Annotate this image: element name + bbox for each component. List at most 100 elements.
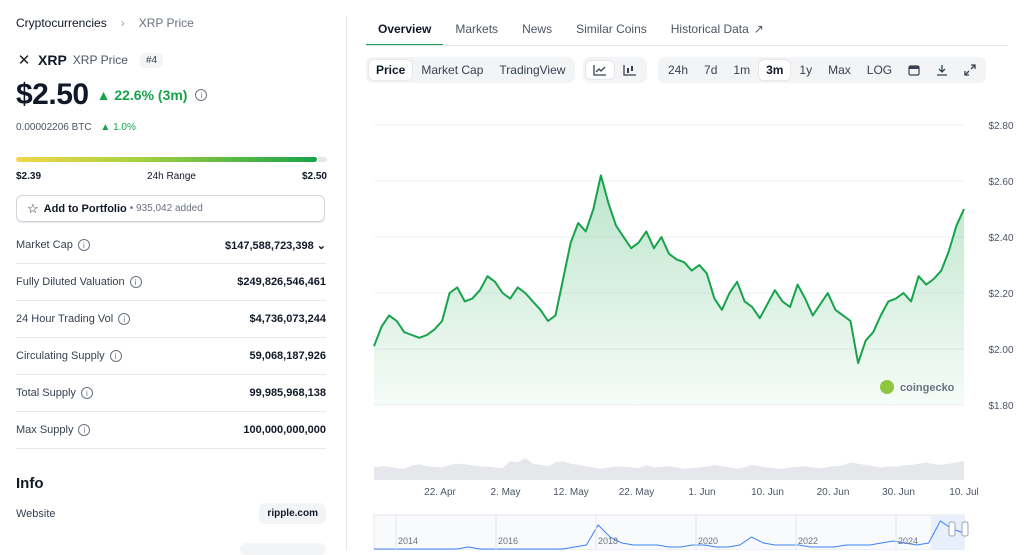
star-icon: ☆: [27, 200, 39, 216]
tab-similar-coins[interactable]: Similar Coins: [564, 16, 659, 46]
info-icon[interactable]: i: [109, 350, 122, 362]
y-tick-label: $2.40: [988, 233, 1013, 244]
range-low: $2.39: [16, 171, 42, 182]
tab-news[interactable]: News: [510, 16, 564, 46]
stat-volume: 24 Hour Trading Vol i $4,736,073,244: [16, 301, 326, 338]
tab-overview[interactable]: Overview: [366, 16, 444, 46]
info-icon[interactable]: i: [80, 387, 93, 399]
range-high: $2.50: [301, 171, 327, 182]
btc-price: 0.00002206 BTC: [16, 122, 92, 133]
website-link[interactable]: ripple.com: [259, 503, 326, 524]
market-cap-value: $147,588,723,398: [225, 239, 314, 252]
stat-value: $4,736,073,244: [249, 313, 326, 325]
navigator: [373, 514, 965, 551]
tabs-divider: [366, 45, 1008, 46]
stat-label: Fully Diluted Valuation: [16, 276, 125, 288]
price-change-value: 22.6% (3m): [114, 87, 188, 103]
tradingview-toggle[interactable]: TradingView: [492, 60, 572, 80]
navigator-label: 2016: [498, 536, 518, 546]
navigator-handle-left: [948, 521, 956, 537]
watermark: coingecko: [900, 382, 955, 394]
price-chart[interactable]: $2.80 $2.60 $2.40 $2.20 $2.00 $1.80 coingecko 2…: [366, 100, 1024, 551]
price-toggle[interactable]: Price: [369, 60, 413, 80]
stat-label: Circulating Supply: [16, 350, 105, 362]
link-pill[interactable]: [240, 543, 326, 555]
add-to-portfolio-button[interactable]: ☆ Add to Portfolio • 935,042 added: [16, 195, 325, 222]
navigator-handle-right: [961, 521, 969, 537]
info-icon[interactable]: i: [78, 424, 91, 436]
volume-area: [374, 458, 964, 480]
range-max[interactable]: Max: [821, 60, 858, 80]
x-tick-label: 20. Jun: [817, 487, 850, 498]
calendar-icon[interactable]: [901, 61, 927, 79]
btc-change: ▲ 1.0%: [100, 122, 136, 133]
panel-divider: [346, 16, 347, 550]
breadcrumb: Cryptocurrencies › XRP Price: [16, 16, 194, 30]
stat-circulating: Circulating Supply i 59,068,187,926: [16, 338, 326, 375]
breadcrumb-root[interactable]: Cryptocurrencies: [16, 16, 107, 30]
range-1m[interactable]: 1m: [726, 60, 757, 80]
portfolio-count: • 935,042 added: [129, 203, 203, 214]
tab-historical-data[interactable]: Historical Data ↗: [659, 16, 776, 46]
stats-list: Market Cap i $147,588,723,398 ⌄ Fully Dil…: [16, 227, 326, 449]
navigator-label: 2024: [898, 536, 918, 546]
tab-bar: Overview Markets News Similar Coins Hist…: [366, 16, 776, 46]
chart-type-toggle: Price Market Cap TradingView: [366, 57, 576, 83]
x-tick-label: 22. May: [619, 487, 655, 498]
portfolio-label: Add to Portfolio: [43, 202, 127, 215]
y-tick-label: $1.80: [988, 401, 1013, 412]
y-tick-label: $2.60: [988, 177, 1013, 188]
coin-symbol: XRP: [38, 52, 67, 68]
price-value: $2.50: [16, 78, 89, 111]
external-link-icon: ↗: [753, 22, 764, 36]
stat-value: 100,000,000,000: [243, 424, 326, 436]
stat-value[interactable]: $147,588,723,398 ⌄: [225, 239, 326, 252]
btc-change-value: 1.0%: [113, 122, 136, 133]
stat-value: 99,985,968,138: [249, 387, 326, 399]
y-tick-label: $2.20: [988, 289, 1013, 300]
navigator-label: 2018: [598, 536, 618, 546]
x-tick-label: 22. Apr: [424, 487, 456, 498]
price-change: ▲ 22.6% (3m): [96, 87, 188, 103]
range-1y[interactable]: 1y: [792, 60, 819, 80]
range-toggle: 24h 7d 1m 3m 1y Max LOG: [658, 57, 987, 83]
stat-value: $249,826,546,461: [237, 276, 326, 288]
chevron-right-icon: ›: [120, 16, 125, 30]
price-row: $2.50 ▲ 22.6% (3m) i: [16, 78, 208, 112]
x-tick-label: 12. May: [553, 487, 589, 498]
market-cap-toggle[interactable]: Market Cap: [414, 60, 490, 80]
stat-max-supply: Max Supply i 100,000,000,000: [16, 412, 326, 449]
range-7d[interactable]: 7d: [697, 60, 724, 80]
stat-label: Max Supply: [16, 424, 74, 436]
range-bar: [16, 157, 327, 162]
stat-value: 59,068,187,926: [249, 350, 326, 362]
info-icon[interactable]: i: [118, 313, 131, 325]
x-tick-label: 10. Jun: [751, 487, 784, 498]
xrp-logo-icon: ✕: [17, 52, 31, 69]
x-tick-label: 10. Jul: [949, 487, 978, 498]
download-icon[interactable]: [929, 61, 955, 79]
coin-header: ✕ XRP XRP Price #4: [16, 52, 164, 69]
info-icon[interactable]: i: [195, 89, 208, 101]
btc-price-row: 0.00002206 BTC ▲ 1.0%: [16, 122, 136, 133]
info-icon[interactable]: i: [77, 239, 90, 251]
navigator-selection: [931, 516, 964, 550]
info-heading: Info: [16, 475, 44, 492]
tab-markets[interactable]: Markets: [443, 16, 510, 46]
y-tick-label: $2.00: [988, 345, 1013, 356]
x-tick-label: 30. Jun: [882, 487, 915, 498]
stat-total-supply: Total Supply i 99,985,968,138: [16, 375, 326, 412]
range-labels: $2.39 24h Range $2.50: [16, 171, 327, 182]
stat-label: 24 Hour Trading Vol: [16, 313, 114, 325]
x-tick-label: 2. May: [490, 487, 520, 498]
y-tick-label: $2.80: [988, 121, 1013, 132]
range-3m[interactable]: 3m: [759, 60, 791, 80]
range-24h[interactable]: 24h: [661, 60, 695, 80]
tab-historical-label: Historical Data: [670, 22, 749, 36]
candlestick-icon[interactable]: [616, 61, 644, 79]
stat-fdv: Fully Diluted Valuation i $249,826,546,46…: [16, 264, 326, 301]
line-chart-icon[interactable]: [586, 61, 614, 79]
range-log[interactable]: LOG: [860, 60, 899, 80]
info-icon[interactable]: i: [129, 276, 142, 288]
expand-icon[interactable]: [957, 61, 983, 79]
